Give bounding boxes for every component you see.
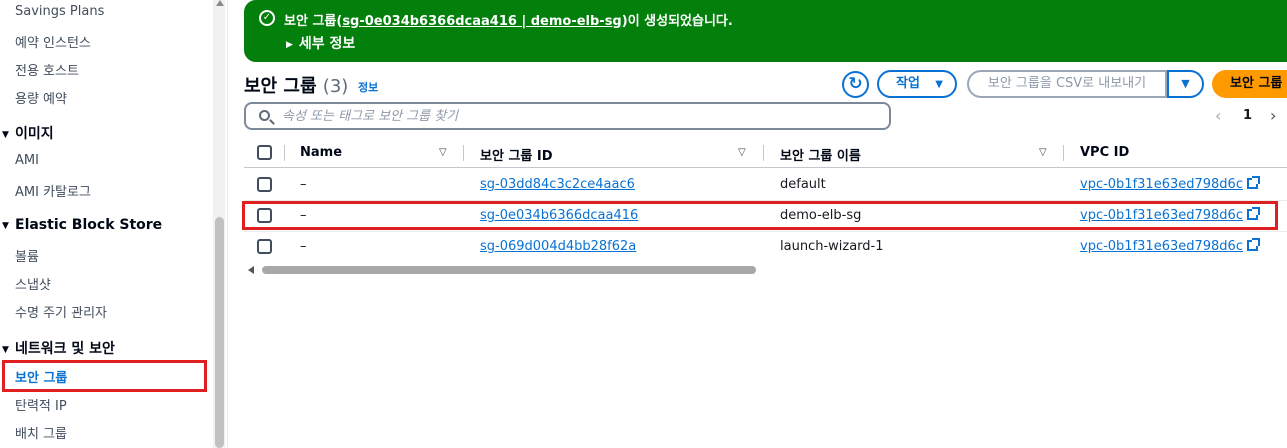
nav-ami[interactable]: AMI	[15, 153, 39, 168]
caret-right-icon: ▶	[286, 40, 293, 50]
scroll-left-icon[interactable]	[248, 266, 254, 274]
page-count: (3)	[322, 76, 349, 97]
nav-ami-catalog[interactable]: AMI 카탈로그	[15, 181, 91, 200]
select-all-checkbox[interactable]	[257, 145, 272, 160]
sort-icon[interactable]: ▽	[1039, 147, 1047, 158]
nav-snapshots[interactable]: 스냅샷	[15, 274, 51, 293]
column-header-vpc-id[interactable]: VPC ID	[1080, 145, 1129, 160]
column-separator[interactable]	[1063, 145, 1064, 161]
sort-icon[interactable]: ▽	[738, 147, 746, 158]
flash-details-label: 세부 정보	[298, 36, 356, 52]
nav-section-ebs-label: Elastic Block Store	[15, 217, 163, 233]
sidebar-scroll-thumb[interactable]	[215, 217, 224, 448]
security-group-name-cell: launch-wizard-1	[780, 239, 884, 254]
nav-lifecycle-manager[interactable]: 수명 주기 관리자	[15, 302, 107, 321]
nav-capacity-reservations[interactable]: 용량 예약	[15, 88, 67, 107]
nav-volumes[interactable]: 볼륨	[15, 246, 39, 265]
vpc-id-link[interactable]: vpc-0b1f31e63ed798d6c	[1080, 238, 1260, 254]
security-group-name-cell: default	[780, 177, 826, 192]
nav-reserved-instances[interactable]: 예약 인스턴스	[15, 32, 91, 51]
nav-placement-groups[interactable]: 배치 그룹	[15, 423, 67, 442]
flash-message-prefix: 보안 그룹(	[284, 14, 343, 29]
column-separator[interactable]	[463, 145, 464, 161]
flash-message: 보안 그룹(sg-0e034b6366dcaa416 | demo-elb-sg…	[284, 10, 733, 29]
security-group-id-link[interactable]: sg-069d004d4bb28f62a	[480, 239, 636, 254]
column-header-name[interactable]: Name	[300, 145, 342, 160]
security-group-id-link[interactable]: sg-03dd84c3c2ce4aac6	[480, 177, 635, 192]
create-security-group-button[interactable]: 보안 그룹 생성	[1212, 70, 1287, 98]
row-divider	[244, 231, 1287, 232]
success-flash-banner: ✓ 보안 그룹(sg-0e034b6366dcaa416 | demo-elb-…	[244, 0, 1287, 62]
actions-button[interactable]: 작업 ▼	[877, 70, 957, 98]
caret-down-icon: ▼	[2, 345, 9, 355]
highlight-box-security-groups	[2, 360, 207, 392]
export-csv-button[interactable]: 보안 그룹을 CSV로 내보내기	[967, 70, 1167, 98]
vpc-id-text: vpc-0b1f31e63ed798d6c	[1080, 177, 1243, 192]
refresh-icon: ↻	[848, 74, 863, 94]
nav-section-network-label: 네트워크 및 보안	[15, 341, 115, 357]
page-title: 보안 그룹 (3)	[244, 72, 348, 98]
nav-section-images[interactable]: ▼ 이미지	[0, 123, 54, 143]
external-link-icon	[1246, 176, 1260, 189]
export-csv-dropdown[interactable]: ▼	[1167, 70, 1204, 98]
nav-elastic-ips[interactable]: 탄력적 IP	[15, 395, 67, 414]
caret-down-icon: ▼	[2, 130, 9, 140]
flash-details-toggle[interactable]: ▶ 세부 정보	[286, 33, 355, 53]
table-scroll-thumb[interactable]	[262, 266, 756, 274]
nav-section-images-label: 이미지	[15, 126, 54, 142]
caret-down-icon: ▼	[1181, 77, 1190, 90]
column-separator	[284, 145, 285, 161]
pagination-next-icon[interactable]: ›	[1270, 106, 1276, 125]
page-title-text: 보안 그룹	[244, 76, 317, 97]
search-bar[interactable]	[244, 102, 891, 130]
sort-icon[interactable]: ▽	[439, 147, 447, 158]
info-link[interactable]: 정보	[358, 79, 378, 95]
nav-section-network[interactable]: ▼ 네트워크 및 보안	[0, 338, 115, 358]
external-link-icon	[1246, 238, 1260, 251]
row-checkbox[interactable]	[257, 177, 272, 192]
row-name-cell: –	[300, 239, 307, 254]
nav-section-ebs[interactable]: ▼ Elastic Block Store	[0, 217, 162, 233]
pagination-prev-icon[interactable]: ‹	[1215, 106, 1221, 125]
caret-down-icon: ▼	[2, 221, 9, 231]
check-circle-icon: ✓	[259, 10, 275, 26]
row-name-cell: –	[300, 177, 307, 192]
nav-dedicated-hosts[interactable]: 전용 호스트	[15, 60, 79, 79]
column-header-group-id[interactable]: 보안 그룹 ID	[480, 145, 553, 164]
search-icon	[259, 110, 270, 121]
nav-savings-plans[interactable]: Savings Plans	[15, 4, 104, 19]
table-header-divider	[244, 167, 1287, 168]
row-checkbox[interactable]	[257, 239, 272, 254]
actions-label: 작업	[896, 76, 920, 91]
vpc-id-text: vpc-0b1f31e63ed798d6c	[1080, 239, 1243, 254]
highlight-box-demo-elb-row	[242, 201, 1278, 230]
flash-security-group-link[interactable]: sg-0e034b6366dcaa416 | demo-elb-sg	[342, 14, 621, 29]
refresh-button[interactable]: ↻	[842, 71, 869, 98]
column-separator[interactable]	[763, 145, 764, 161]
pagination-page-number[interactable]: 1	[1243, 108, 1252, 123]
caret-down-icon: ▼	[935, 79, 943, 90]
search-input[interactable]	[282, 107, 862, 126]
vpc-id-link[interactable]: vpc-0b1f31e63ed798d6c	[1080, 176, 1260, 192]
scroll-up-icon[interactable]	[216, 0, 224, 6]
column-header-group-name[interactable]: 보안 그룹 이름	[780, 145, 861, 164]
flash-message-suffix: )이 생성되었습니다.	[621, 14, 733, 29]
